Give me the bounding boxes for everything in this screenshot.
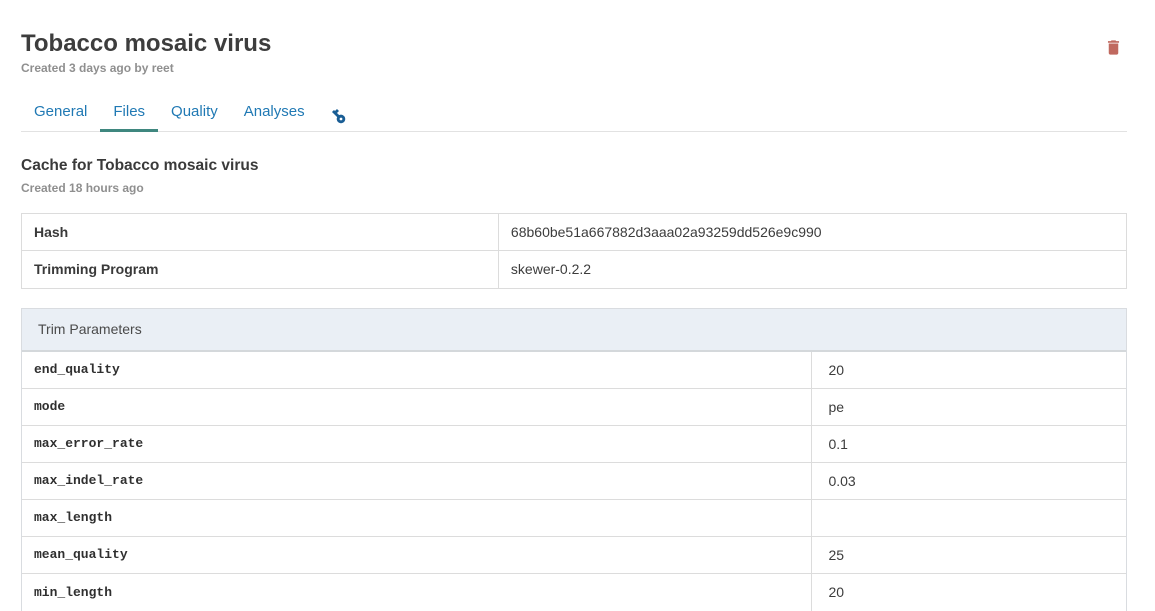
param-value: 0.1 [812, 426, 1126, 462]
param-name: mean_quality [22, 537, 812, 573]
table-row: end_quality 20 [22, 352, 1126, 389]
page-header-text: Tobacco mosaic virus Created 3 days ago … [21, 30, 271, 75]
param-name: mode [22, 389, 812, 425]
cache-subtitle: Created 18 hours ago [21, 181, 1127, 195]
tab-general[interactable]: General [21, 99, 100, 132]
page-title: Tobacco mosaic virus [21, 30, 271, 58]
delete-sample-button[interactable] [1100, 34, 1127, 61]
tabs-bar: General Files Quality Analyses [21, 99, 1127, 132]
trim-parameters-header: Trim Parameters [22, 309, 1126, 352]
cache-info-table: Hash 68b60be51a667882d3aaa02a93259dd526e… [21, 213, 1127, 289]
info-row-label: Hash [22, 214, 499, 250]
tab-access-key[interactable] [318, 104, 357, 132]
param-value: 25 [812, 537, 1126, 573]
param-value: 20 [812, 352, 1126, 388]
param-value [812, 500, 1126, 536]
page-subtitle: Created 3 days ago by reet [21, 61, 271, 75]
param-name: max_indel_rate [22, 463, 812, 499]
key-icon [330, 108, 347, 125]
page: Tobacco mosaic virus Created 3 days ago … [0, 0, 1155, 611]
tab-quality[interactable]: Quality [158, 99, 231, 132]
table-row: Trimming Program skewer-0.2.2 [22, 251, 1126, 288]
param-name: max_length [22, 500, 812, 536]
table-row: Hash 68b60be51a667882d3aaa02a93259dd526e… [22, 214, 1126, 251]
param-name: min_length [22, 574, 812, 611]
table-row: max_indel_rate 0.03 [22, 463, 1126, 500]
cache-title: Cache for Tobacco mosaic virus [21, 157, 1127, 175]
table-row: max_length [22, 500, 1126, 537]
page-header: Tobacco mosaic virus Created 3 days ago … [21, 30, 1127, 75]
param-name: end_quality [22, 352, 812, 388]
param-value: pe [812, 389, 1126, 425]
param-value: 20 [812, 574, 1126, 611]
param-name: max_error_rate [22, 426, 812, 462]
info-row-label: Trimming Program [22, 251, 499, 288]
table-row: mode pe [22, 389, 1126, 426]
tab-files[interactable]: Files [100, 99, 158, 132]
table-row: min_length 20 [22, 574, 1126, 611]
trim-parameters-panel: Trim Parameters end_quality 20 mode pe m… [21, 308, 1127, 611]
trash-icon [1104, 38, 1123, 57]
info-row-value: 68b60be51a667882d3aaa02a93259dd526e9c990 [499, 214, 1126, 250]
cache-section-header: Cache for Tobacco mosaic virus Created 1… [21, 157, 1127, 195]
tab-analyses[interactable]: Analyses [231, 99, 318, 132]
table-row: max_error_rate 0.1 [22, 426, 1126, 463]
info-row-value: skewer-0.2.2 [499, 251, 1126, 288]
table-row: mean_quality 25 [22, 537, 1126, 574]
param-value: 0.03 [812, 463, 1126, 499]
